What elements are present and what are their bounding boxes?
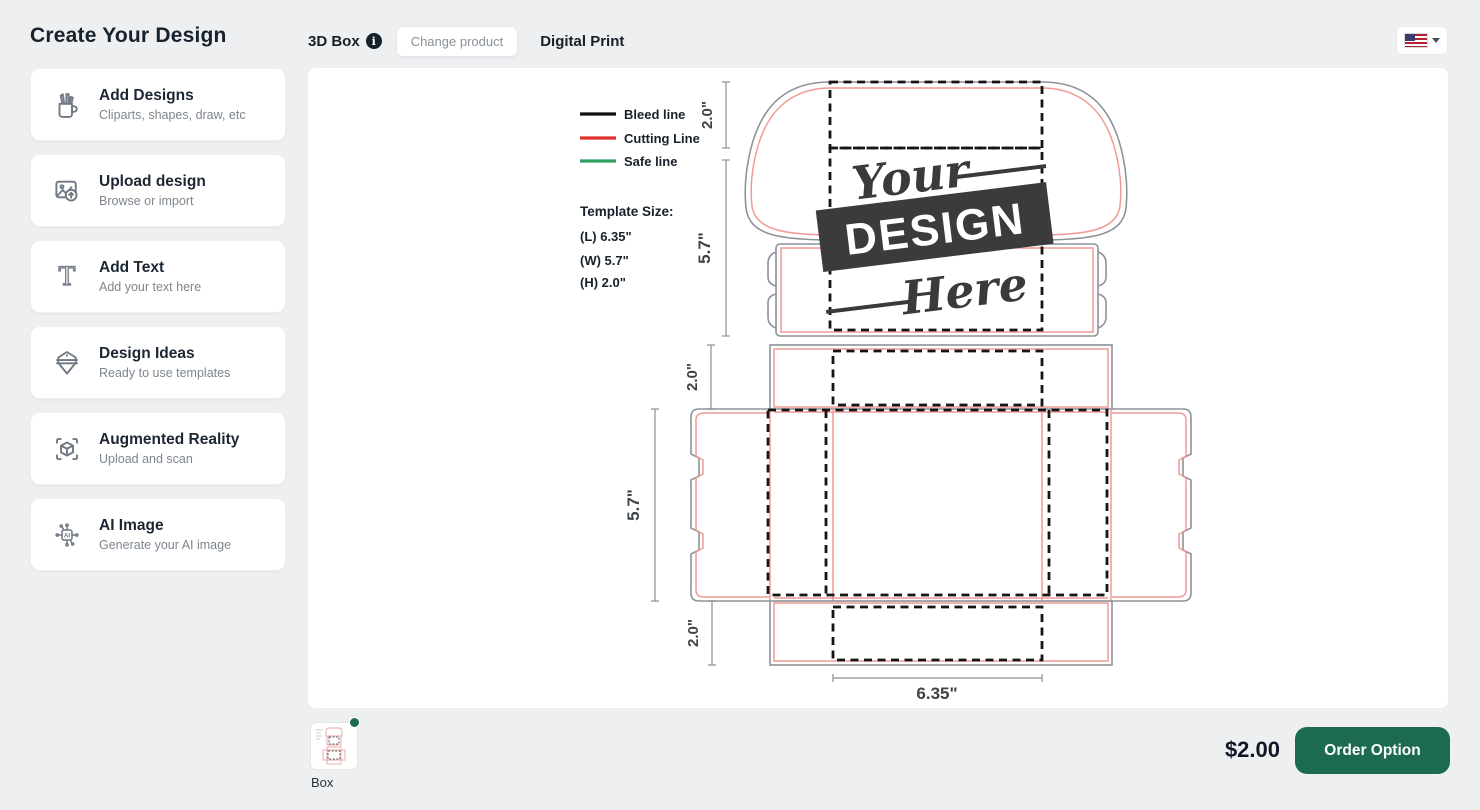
box-thumbnail[interactable] bbox=[310, 722, 358, 770]
sidebar-item-sublabel: Ready to use templates bbox=[99, 366, 230, 380]
active-status-dot bbox=[349, 717, 360, 728]
sidebar-item-label: AI Image bbox=[99, 517, 231, 535]
print-type-label: Digital Print bbox=[540, 33, 624, 50]
product-name: 3D Box bbox=[308, 33, 360, 50]
dieline-body bbox=[691, 345, 1191, 665]
legend-cutting-label: Cutting Line bbox=[624, 131, 700, 146]
dieline-lid: Your DESIGN Here bbox=[745, 82, 1126, 336]
ar-cube-icon bbox=[49, 431, 85, 467]
placeholder-here: Here bbox=[897, 256, 1031, 325]
dim-width: 6.35" bbox=[916, 684, 957, 703]
sidebar-item-label: Augmented Reality bbox=[99, 431, 239, 449]
svg-text:T: T bbox=[59, 262, 76, 291]
box-thumbnail-preview bbox=[311, 723, 357, 769]
sidebar-item-upload-design[interactable]: Upload design Browse or import bbox=[30, 154, 286, 227]
sidebar-item-sublabel: Browse or import bbox=[99, 194, 206, 208]
dim-body-height: 5.7" bbox=[624, 489, 643, 521]
sidebar-item-label: Design Ideas bbox=[99, 345, 230, 363]
sidebar-item-ai-image[interactable]: AI AI Image Generate your AI image bbox=[30, 498, 286, 571]
dim-bottom-flap: 2.0" bbox=[685, 619, 702, 647]
design-canvas[interactable]: Bleed line Cutting Line Safe line Templa… bbox=[308, 68, 1448, 708]
dim-upper-flap: 2.0" bbox=[684, 363, 701, 391]
design-placeholder: Your DESIGN Here bbox=[808, 133, 1063, 334]
svg-text:AI: AI bbox=[64, 532, 71, 539]
sidebar-item-label: Add Designs bbox=[99, 87, 246, 105]
template-size: Template Size: (L) 6.35" (W) 5.7" (H) 2.… bbox=[580, 204, 674, 290]
sidebar-item-add-designs[interactable]: Add Designs Cliparts, shapes, draw, etc bbox=[30, 68, 286, 141]
sidebar: Add Designs Cliparts, shapes, draw, etc … bbox=[30, 68, 286, 584]
legend-safe-label: Safe line bbox=[624, 154, 677, 169]
ai-chip-icon: AI bbox=[49, 517, 85, 553]
language-selector[interactable] bbox=[1396, 26, 1448, 55]
text-t-icon: T bbox=[49, 259, 85, 295]
sidebar-item-sublabel: Generate your AI image bbox=[99, 538, 231, 552]
template-size-width: (W) 5.7" bbox=[580, 253, 629, 268]
template-size-height: (H) 2.0" bbox=[580, 275, 626, 290]
template-size-heading: Template Size: bbox=[580, 204, 674, 219]
sidebar-item-add-text[interactable]: T Add Text Add your text here bbox=[30, 240, 286, 313]
sidebar-item-design-ideas[interactable]: Design Ideas Ready to use templates bbox=[30, 326, 286, 399]
legend-bleed-label: Bleed line bbox=[624, 107, 685, 122]
topbar: 3D Box i Change product Digital Print bbox=[308, 24, 624, 58]
change-product-button[interactable]: Change product bbox=[396, 26, 519, 57]
dim-lid-height: 5.7" bbox=[695, 232, 714, 264]
sidebar-item-sublabel: Upload and scan bbox=[99, 452, 239, 466]
price-label: $2.00 bbox=[1225, 737, 1280, 763]
order-option-button[interactable]: Order Option bbox=[1295, 727, 1450, 774]
sidebar-item-sublabel: Cliparts, shapes, draw, etc bbox=[99, 108, 246, 122]
dieline-template: Bleed line Cutting Line Safe line Templa… bbox=[308, 68, 1448, 708]
sidebar-item-sublabel: Add your text here bbox=[99, 280, 201, 294]
sidebar-item-label: Add Text bbox=[99, 259, 201, 277]
dim-top-flap: 2.0" bbox=[699, 101, 716, 129]
page-title: Create Your Design bbox=[30, 24, 227, 48]
pencil-cup-icon bbox=[49, 87, 85, 123]
template-size-length: (L) 6.35" bbox=[580, 229, 632, 244]
legend: Bleed line Cutting Line Safe line bbox=[580, 107, 700, 169]
thumbnail-label: Box bbox=[311, 775, 333, 790]
sidebar-item-label: Upload design bbox=[99, 173, 206, 191]
gem-icon bbox=[49, 345, 85, 381]
sidebar-item-augmented-reality[interactable]: Augmented Reality Upload and scan bbox=[30, 412, 286, 485]
image-upload-icon bbox=[49, 173, 85, 209]
us-flag-icon bbox=[1405, 34, 1427, 47]
info-icon[interactable]: i bbox=[366, 33, 382, 49]
chevron-down-icon bbox=[1432, 38, 1440, 43]
